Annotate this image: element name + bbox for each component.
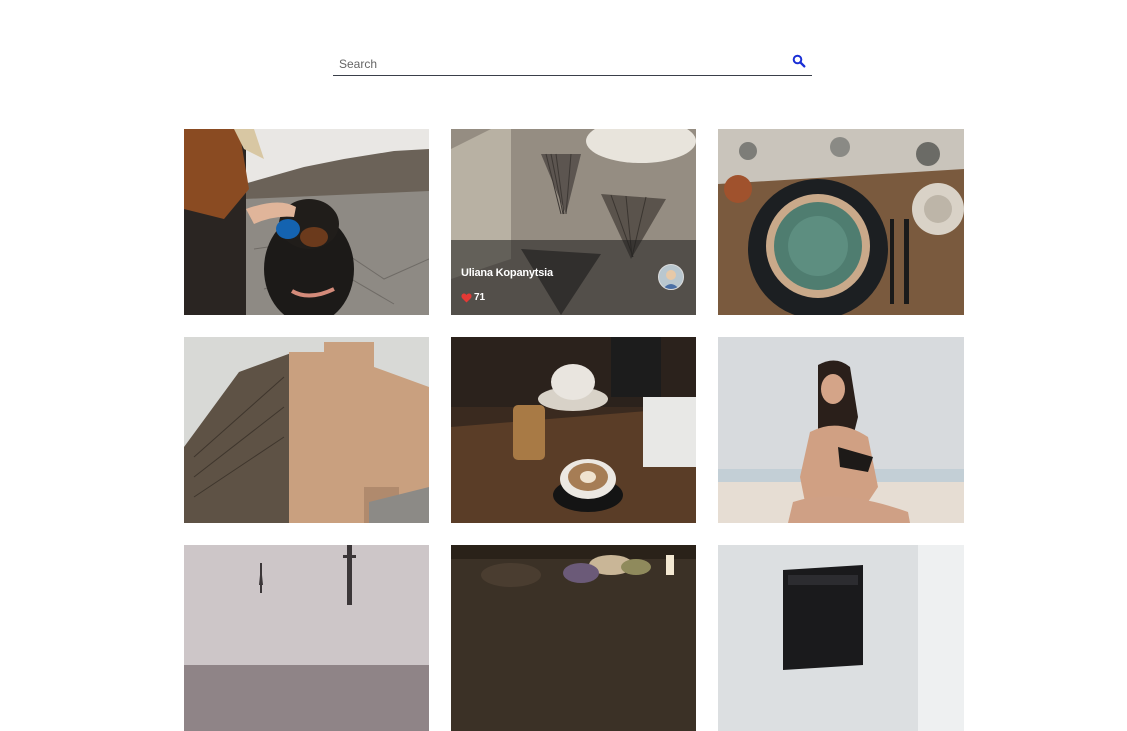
heart-icon[interactable] [461, 292, 472, 303]
search-input[interactable] [339, 56, 779, 72]
likes-count: 71 [474, 292, 486, 303]
laptop-photo [718, 545, 964, 731]
tea-table-photo [451, 545, 696, 731]
building-mural-photo [184, 337, 429, 523]
author-name[interactable]: Uliana Kopanytsia [461, 267, 553, 279]
photo-card-building[interactable] [184, 337, 429, 523]
photo-card-beach[interactable] [718, 337, 964, 523]
photo-card-paper-fans[interactable]: Uliana Kopanytsia 71 [451, 129, 696, 315]
dog-photo [184, 129, 429, 315]
photo-grid: Uliana Kopanytsia 71 [184, 129, 964, 731]
search-bar [333, 52, 812, 76]
photo-card-table-setting[interactable] [718, 129, 964, 315]
photo-card-coffee[interactable] [451, 337, 696, 523]
coffee-table-photo [451, 337, 696, 523]
search-icon[interactable] [792, 54, 808, 70]
photo-card-tea[interactable] [451, 545, 696, 731]
likes-count-area: 71 [461, 292, 485, 303]
table-setting-photo [718, 129, 964, 315]
beach-woman-photo [718, 337, 964, 523]
photo-card-laptop[interactable] [718, 545, 964, 731]
author-avatar[interactable] [658, 264, 684, 290]
photo-card-dog[interactable] [184, 129, 429, 315]
tower-photo [184, 545, 429, 731]
photo-card-tower[interactable] [184, 545, 429, 731]
photo-info-overlay: Uliana Kopanytsia 71 [451, 240, 696, 315]
